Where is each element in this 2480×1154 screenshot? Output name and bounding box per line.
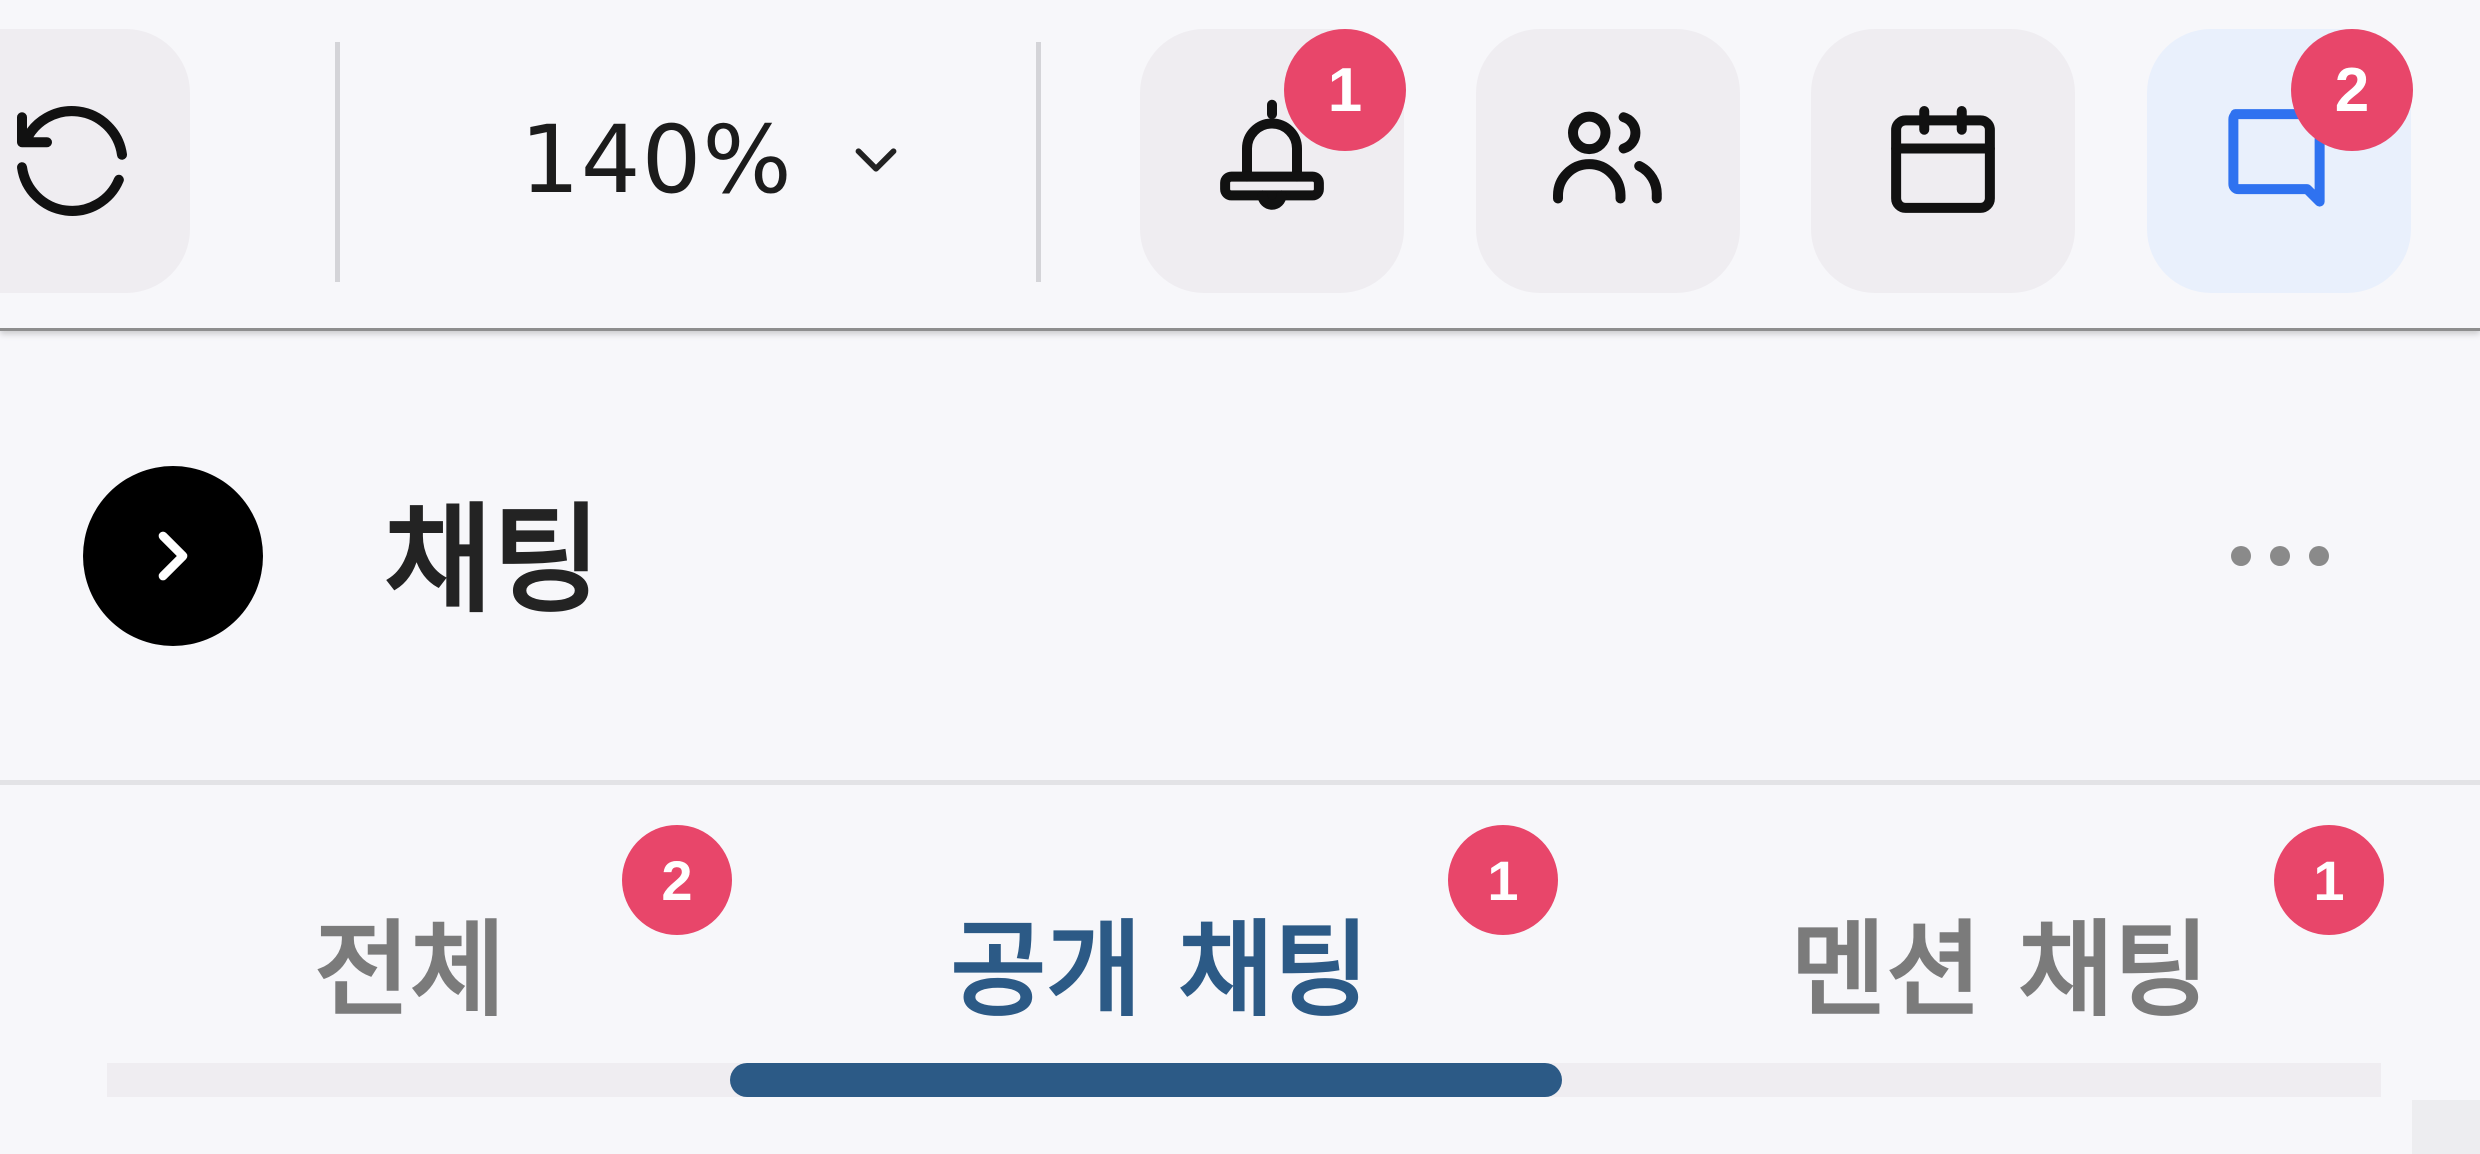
refresh-icon xyxy=(17,106,127,216)
tab-public-chat-badge: 1 xyxy=(1448,825,1558,935)
tab-public-chat[interactable]: 공개 채팅 xyxy=(860,895,1460,1031)
more-options-button[interactable] xyxy=(2200,516,2360,596)
chat-panel-header: 채팅 xyxy=(0,331,2480,785)
scrollbar-corner xyxy=(2412,1100,2480,1154)
collapse-panel-button[interactable] xyxy=(83,466,263,646)
toolbar-divider xyxy=(335,42,340,282)
calendar-icon xyxy=(1891,106,1995,213)
chevron-down-icon xyxy=(855,148,897,172)
tab-all-badge: 2 xyxy=(622,825,732,935)
notification-badge: 1 xyxy=(1284,29,1406,151)
tab-mention-chat-badge: 1 xyxy=(2274,825,2384,935)
tab-all[interactable]: 전체 xyxy=(200,895,620,1031)
calendar-button[interactable] xyxy=(1811,29,2075,293)
chat-badge: 2 xyxy=(2291,29,2413,151)
page-title: 채팅 xyxy=(384,491,602,629)
refresh-button[interactable] xyxy=(0,29,190,293)
zoom-select[interactable]: 140% xyxy=(520,100,911,220)
active-tab-indicator xyxy=(730,1063,1562,1097)
tab-mention-chat[interactable]: 멘션 채팅 xyxy=(1700,895,2300,1031)
top-toolbar: 140% 1 2 xyxy=(0,0,2480,331)
more-horizontal-icon xyxy=(2231,546,2329,566)
users-icon xyxy=(1553,111,1662,204)
users-button[interactable] xyxy=(1476,29,1740,293)
chat-tabs: 전체 2 공개 채팅 1 멘션 채팅 1 xyxy=(0,785,2480,1154)
zoom-value: 140% xyxy=(520,105,793,215)
chevron-right-icon xyxy=(158,531,188,581)
toolbar-divider xyxy=(1036,42,1041,282)
